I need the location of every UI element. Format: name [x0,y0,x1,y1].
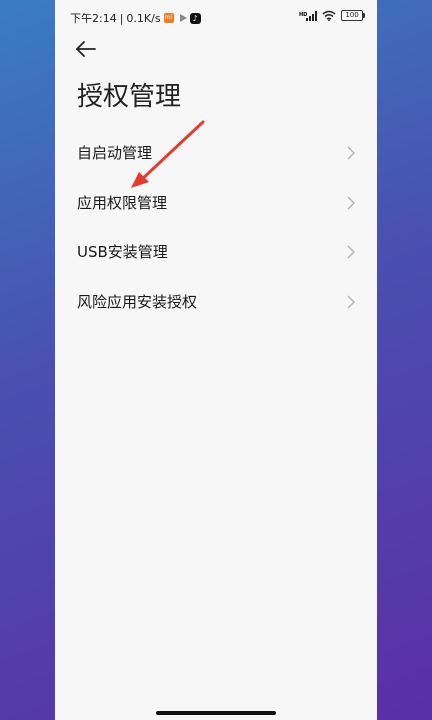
chevron-right-icon [347,294,355,309]
status-time: 下午2:14 [70,12,117,25]
svg-text:HD: HD [299,12,307,18]
tiktok-icon: ♪ [189,12,201,24]
annotation-arrow [131,120,205,188]
status-left: 下午2:14 | 0.1K/s mi ♪ [70,10,201,26]
net-speed: 0.1K/s [126,11,161,25]
mi-app-icon: mi [163,13,174,23]
chevron-right-icon [347,195,355,210]
back-button[interactable] [73,36,101,62]
signal-icon: HD [299,10,317,21]
page-title: 授权管理 [77,82,182,112]
chevron-right-icon [347,245,355,259]
battery-icon: 100 [341,10,365,21]
menu-item-label: USB安装管理 [77,243,168,262]
status-bar: 下午2:14 | 0.1K/s mi ♪ HD 100 [55,0,377,34]
menu-item-risk-app-install[interactable]: 风险应用安装授权 [55,277,377,327]
chevron-right-icon [347,146,355,160]
wifi-icon [322,10,336,21]
status-right: HD 100 [299,10,365,21]
home-indicator[interactable] [156,711,276,715]
status-separator: | [119,11,124,25]
arrow-left-icon [76,41,96,57]
menu-item-label: 风险应用安装授权 [77,292,198,311]
play-icon [179,14,187,22]
phone-screen: 下午2:14 | 0.1K/s mi ♪ HD 100 授权管理 自启动管理 应… [55,0,377,720]
menu-item-usb-install[interactable]: USB安装管理 [55,227,377,277]
